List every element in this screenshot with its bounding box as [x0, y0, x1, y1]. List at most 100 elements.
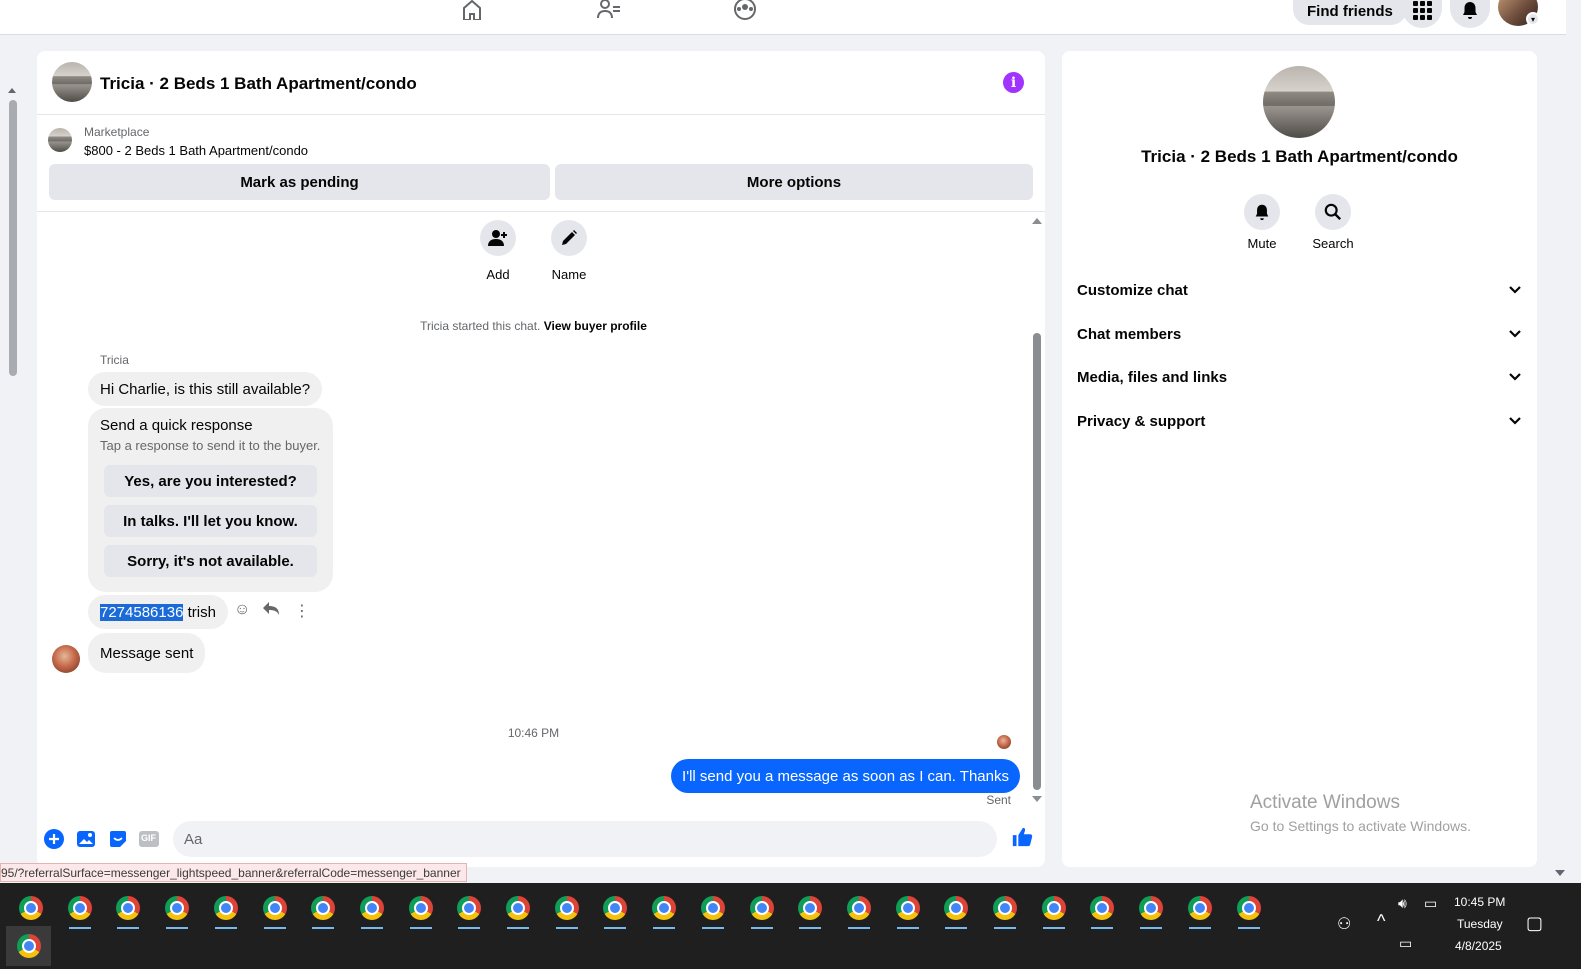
search-label: Search	[1312, 236, 1354, 251]
find-friends-button[interactable]: Find friends	[1293, 0, 1407, 25]
chrome-icon[interactable]	[845, 894, 873, 929]
quick-response-option[interactable]: Sorry, it's not available.	[104, 545, 317, 577]
battery-icon[interactable]: ▭	[1424, 895, 1437, 912]
marketplace-label: Marketplace	[84, 125, 150, 139]
chrome-icon[interactable]	[17, 894, 45, 929]
incoming-message[interactable]: Hi Charlie, is this still available?	[88, 372, 323, 406]
name-chat-action[interactable]: Name	[544, 220, 594, 282]
chrome-icon[interactable]	[553, 894, 581, 929]
message-composer: GIF Aa	[37, 819, 1045, 859]
search-action[interactable]: Search	[1303, 194, 1363, 251]
network-icon[interactable]: ▭	[1399, 935, 1412, 952]
top-navigation-bar: Find friends ▾	[0, 0, 1566, 35]
chat-title[interactable]: Tricia · 2 Beds 1 Bath Apartment/condo	[100, 74, 417, 94]
chrome-icon[interactable]	[66, 894, 94, 929]
chrome-icon[interactable]	[114, 894, 142, 929]
notifications-button[interactable]	[1450, 0, 1490, 28]
thumbs-up-icon[interactable]	[1011, 826, 1033, 848]
quick-response-option[interactable]: Yes, are you interested?	[104, 465, 317, 497]
chrome-icon[interactable]	[699, 894, 727, 929]
chrome-icon[interactable]	[212, 894, 240, 929]
gif-label: GIF	[141, 833, 156, 843]
chevron-up-icon[interactable]: ^	[1377, 911, 1385, 932]
clock-date[interactable]: 4/8/2025	[1455, 939, 1502, 953]
chrome-icon[interactable]	[942, 894, 970, 929]
section-chat-members[interactable]: Chat members	[1077, 319, 1522, 349]
chrome-icon[interactable]	[894, 894, 922, 929]
volume-icon[interactable]: 🔊︎	[1398, 895, 1407, 912]
scroll-down-arrow-icon[interactable]	[1555, 870, 1565, 876]
scroll-up-arrow-icon[interactable]	[8, 88, 16, 93]
clock-time[interactable]: 10:45 PM	[1454, 895, 1505, 909]
chrome-icon[interactable]	[261, 894, 289, 929]
search-icon	[1315, 194, 1351, 230]
scroll-up-arrow-icon[interactable]	[1032, 218, 1042, 224]
sticker-icon[interactable]	[107, 828, 129, 850]
add-people-action[interactable]: Add	[473, 220, 523, 282]
chrome-icon[interactable]	[1088, 894, 1116, 929]
section-media-files-links[interactable]: Media, files and links	[1077, 362, 1522, 392]
chrome-icon[interactable]	[504, 894, 532, 929]
listing-thumbnail[interactable]	[52, 62, 92, 102]
react-emoji-icon[interactable]: ☺	[234, 601, 250, 619]
groups-icon[interactable]	[730, 0, 760, 22]
listing-small-thumbnail[interactable]	[48, 128, 72, 152]
chevron-down-icon	[1509, 286, 1521, 294]
right-scrollbar[interactable]	[1553, 36, 1566, 881]
people-icon[interactable]: ⚇	[1337, 914, 1351, 934]
message-scrollbar[interactable]	[1031, 213, 1043, 809]
clock-day[interactable]: Tuesday	[1457, 917, 1503, 931]
name-label: Name	[551, 267, 587, 282]
grid-icon	[1413, 1, 1432, 20]
chrome-icon[interactable]	[650, 894, 678, 929]
chrome-icon[interactable]	[1186, 894, 1214, 929]
notification-center-icon[interactable]: ▢	[1526, 913, 1543, 934]
chrome-icon[interactable]	[1235, 894, 1263, 929]
gif-icon[interactable]: GIF	[138, 828, 160, 850]
chrome-icon[interactable]	[796, 894, 824, 929]
chrome-icon[interactable]	[309, 894, 337, 929]
info-icon[interactable]: i	[1003, 72, 1024, 93]
chat-header: Tricia · 2 Beds 1 Bath Apartment/condo i	[37, 51, 1045, 115]
section-label: Privacy & support	[1077, 412, 1206, 430]
listing-large-thumbnail[interactable]	[1263, 66, 1335, 138]
menu-button[interactable]	[1402, 0, 1442, 28]
more-options-button[interactable]: More options	[555, 164, 1033, 200]
friends-icon[interactable]	[594, 0, 624, 22]
incoming-message-sent-notice[interactable]: Message sent	[88, 633, 206, 673]
chrome-icon[interactable]	[407, 894, 435, 929]
quick-response-option[interactable]: In talks. I'll let you know.	[104, 505, 317, 537]
sender-avatar[interactable]	[52, 645, 80, 673]
chrome-icon[interactable]	[163, 894, 191, 929]
taskbar-active-app[interactable]	[6, 926, 51, 966]
section-customize-chat[interactable]: Customize chat	[1077, 275, 1522, 305]
account-avatar[interactable]: ▾	[1498, 0, 1540, 26]
photo-icon[interactable]	[75, 828, 97, 850]
incoming-message-phone[interactable]: 7274586136 trish	[88, 595, 228, 629]
mute-action[interactable]: Mute	[1232, 194, 1292, 251]
listing-price-title[interactable]: $800 - 2 Beds 1 Bath Apartment/condo	[84, 143, 308, 158]
page-scrollbar[interactable]	[0, 36, 22, 881]
chrome-icon[interactable]	[601, 894, 629, 929]
chrome-icon[interactable]	[748, 894, 776, 929]
chrome-icon[interactable]	[991, 894, 1019, 929]
chat-started-notice: Tricia started this chat. View buyer pro…	[37, 319, 1030, 333]
mark-as-pending-button[interactable]: Mark as pending	[49, 164, 550, 200]
plus-circle-icon[interactable]	[43, 828, 65, 850]
scrollbar-thumb[interactable]	[1033, 333, 1041, 790]
view-buyer-profile-link[interactable]: View buyer profile	[544, 319, 647, 333]
message-input[interactable]: Aa	[173, 821, 997, 857]
message-text: Message sent	[100, 644, 194, 662]
outgoing-message[interactable]: I'll send you a message as soon as I can…	[671, 759, 1020, 793]
section-privacy-support[interactable]: Privacy & support	[1077, 406, 1522, 436]
chrome-icon[interactable]	[1137, 894, 1165, 929]
scroll-down-arrow-icon[interactable]	[1032, 796, 1042, 802]
chrome-icon[interactable]	[358, 894, 386, 929]
windows-taskbar: ⚇ ^ 🔊︎ ▭ ▭ 10:45 PM Tuesday 4/8/2025 ▢	[0, 883, 1581, 969]
more-actions-icon[interactable]: ⋮	[294, 601, 310, 621]
chrome-icon[interactable]	[455, 894, 483, 929]
home-icon[interactable]	[457, 0, 487, 22]
scrollbar-thumb[interactable]	[9, 100, 17, 376]
chrome-icon[interactable]	[1040, 894, 1068, 929]
reply-icon[interactable]	[262, 601, 280, 622]
